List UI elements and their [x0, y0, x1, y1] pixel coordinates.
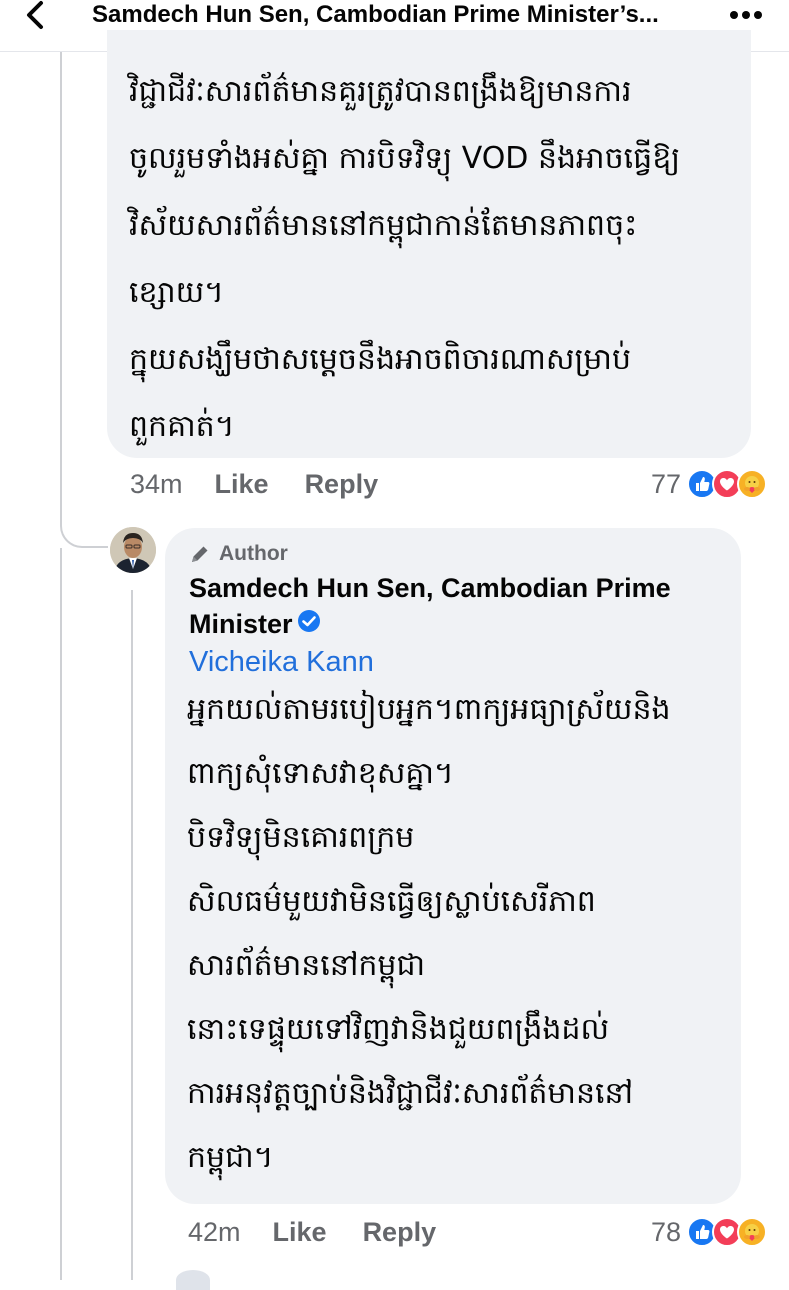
- reply-actions: 42m Like Reply: [188, 1214, 436, 1250]
- verified-badge-icon: [297, 606, 321, 642]
- reply-text-line: សារព័ត៌មាននៅកម្ពុជា: [187, 948, 426, 983]
- comment-text: វិជ្ជាជីវៈសារព័ត៌មានគួរត្រូវបានពង្រឹងឱ្យ…: [129, 58, 729, 460]
- comment-bubble[interactable]: វិជ្ជាជីវៈសារព័ត៌មានគួរត្រូវបានពង្រឹងឱ្យ…: [107, 30, 751, 458]
- reaction-count: 78: [650, 1216, 681, 1247]
- mention-link[interactable]: Vicheika Kann: [189, 644, 374, 680]
- comment-text-line: ចូលរួមទាំងអស់គ្នា ការបិទវិទ្យុ VOD នឹងអា…: [129, 141, 681, 176]
- reaction-summary[interactable]: 78: [651, 1214, 767, 1250]
- reply-timestamp[interactable]: 42m: [188, 1217, 241, 1248]
- like-button[interactable]: Like: [273, 1217, 327, 1248]
- pencil-icon: [189, 543, 211, 565]
- reply-text-line: កម្ពុជា។: [187, 1140, 274, 1175]
- care-reaction-icon: [737, 469, 767, 499]
- thread-line-continuation: [60, 548, 62, 1280]
- reply-text: អ្នកយល់តាមរបៀបអ្នក។ពាក្យអធ្យាស្រ័យនិង ពា…: [187, 678, 727, 1190]
- reaction-icons: [687, 469, 767, 499]
- author-badge: Author: [189, 540, 288, 568]
- back-button[interactable]: [22, 0, 66, 30]
- thread-curve-connector: [60, 500, 108, 548]
- care-reaction-icon: [737, 1217, 767, 1247]
- thread-line-main: [60, 52, 62, 522]
- avatar[interactable]: [110, 527, 156, 573]
- chevron-left-icon: [27, 1, 43, 29]
- reply-text-line: សិលធម៌មួយវាមិនធ្វើឲ្យស្លាប់សេរីភាព: [187, 884, 596, 919]
- commenter-name[interactable]: Samdech Hun Sen, Cambodian Prime Ministe…: [189, 570, 729, 644]
- post-title[interactable]: Samdech Hun Sen, Cambodian Prime Ministe…: [92, 0, 712, 30]
- commenter-name-text[interactable]: Samdech Hun Sen, Cambodian Prime Ministe…: [189, 573, 671, 639]
- comment-text-line: វិជ្ជាជីវៈសារព័ត៌មានគួរត្រូវបានពង្រឹងឱ្យ…: [129, 74, 632, 109]
- comment-text-line: ពួកគាត់។: [129, 409, 235, 444]
- comment-timestamp[interactable]: 34m: [130, 469, 183, 500]
- more-options-button[interactable]: [723, 0, 763, 30]
- reply-text-line: ពាក្យសុំទោសវាខុសគ្នា។: [187, 756, 454, 791]
- profile-photo: [110, 527, 156, 573]
- reply-button[interactable]: Reply: [363, 1217, 437, 1248]
- comment-text-line: ខ្សោយ។: [129, 275, 224, 310]
- reply-text-line: បិទវិទ្យុមិនគោរពក្រម: [187, 820, 415, 855]
- author-badge-label: Author: [219, 542, 288, 565]
- reply-text-line: អ្នកយល់តាមរបៀបអ្នក។ពាក្យអធ្យាស្រ័យនិង: [187, 692, 671, 727]
- thread-line-reply: [131, 590, 133, 1280]
- reply-button[interactable]: Reply: [305, 469, 379, 500]
- next-comment-avatar[interactable]: [176, 1270, 210, 1290]
- reaction-icons: [687, 1217, 767, 1247]
- reaction-summary[interactable]: 77: [651, 466, 767, 502]
- comment-actions: 34m Like Reply: [130, 466, 378, 502]
- reply-text-line: នោះទេផ្ទុយទៅវិញវានិងជួយពង្រឹងដល់: [187, 1012, 610, 1047]
- comment-text-line: ក្នុយសង្ឃឹមថាសម្តេចនឹងអាចពិចារណាសម្រាប់: [129, 342, 632, 377]
- like-button[interactable]: Like: [215, 469, 269, 500]
- reply-text-line: ការអនុវត្តច្បាប់និងវិជ្ជាជីវៈសារព័ត៌មានន…: [187, 1076, 634, 1111]
- reply-bubble[interactable]: Author Samdech Hun Sen, Cambodian Prime …: [165, 528, 741, 1204]
- more-horizontal-icon: [730, 11, 762, 19]
- comment-text-line: វិស័យសារព័ត៌មាននៅកម្ពុជាកាន់តែមានភាពចុះ: [129, 208, 638, 243]
- reaction-count: 77: [650, 468, 681, 499]
